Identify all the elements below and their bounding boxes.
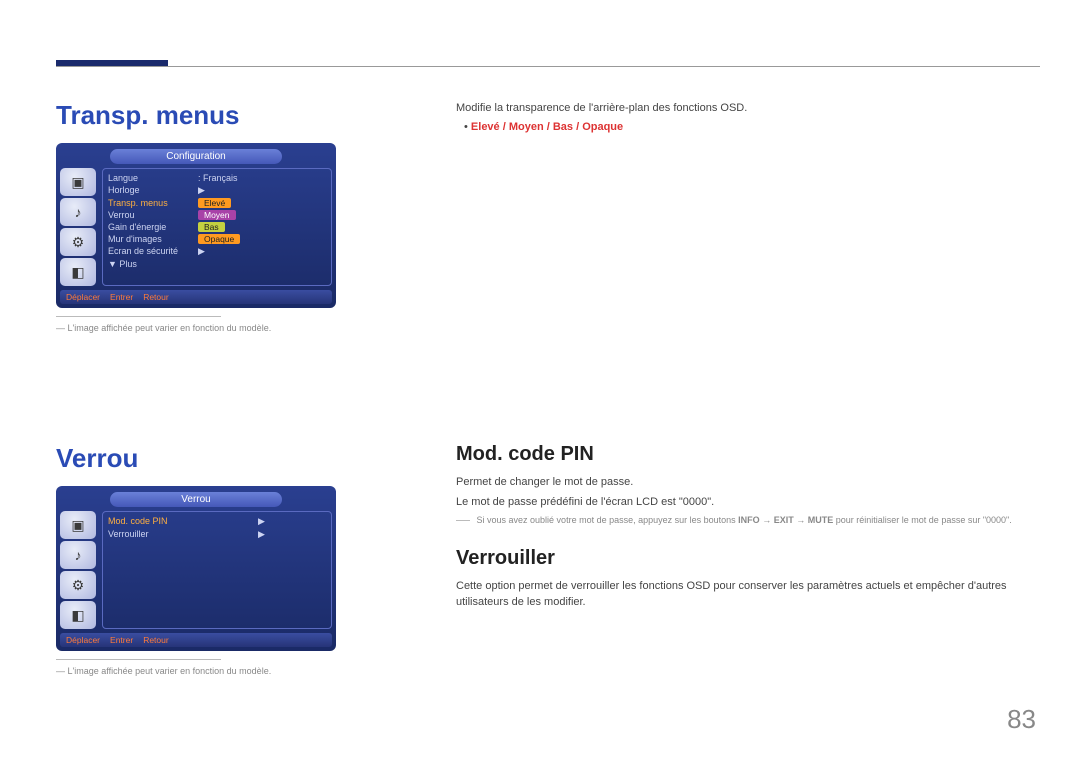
footnote-text: L'image affichée peut varier en fonction… bbox=[56, 323, 271, 333]
transp-options: Elevé / Moyen / Bas / Opaque bbox=[464, 121, 1036, 133]
osd-footer: Déplacer Entrer Retour bbox=[60, 633, 332, 647]
osd-menu-list: Langue: Français Horloge▶ Transp. menusE… bbox=[102, 168, 332, 286]
osd-row-label: ▼ Plus bbox=[108, 259, 198, 269]
picture-icon: ▣ bbox=[60, 511, 96, 539]
play-icon: ▶ bbox=[258, 516, 326, 527]
osd-title: Configuration bbox=[110, 149, 282, 164]
right-column: Modifie la transparence de l'arrière-pla… bbox=[456, 100, 1036, 615]
osd-option-moyen: Moyen bbox=[198, 210, 236, 220]
osd-row-label: Mod. code PIN bbox=[108, 516, 258, 527]
arrow-icon: → bbox=[796, 515, 805, 525]
osd-row-value: ▶ bbox=[198, 185, 326, 196]
transp-options-text: Elevé / Moyen / Bas / Opaque bbox=[471, 121, 623, 133]
footnote-1: L'image affichée peut varier en fonction… bbox=[56, 316, 386, 333]
osd-foot-return: Retour bbox=[143, 635, 169, 645]
key-mute: MUTE bbox=[808, 515, 834, 525]
note-pre: Si vous avez oublié votre mot de passe, … bbox=[477, 515, 739, 525]
osd-menu-list: Mod. code PIN▶ Verrouiller▶ bbox=[102, 511, 332, 629]
page-number: 83 bbox=[1007, 704, 1036, 735]
osd-screenshot-configuration: Configuration ▣ ♪ ⚙ ◧ Langue: Français H… bbox=[56, 143, 336, 308]
key-exit: EXIT bbox=[774, 515, 794, 525]
section-title-verrou: Verrou bbox=[56, 443, 386, 474]
picture-icon: ▣ bbox=[60, 168, 96, 196]
key-info: INFO bbox=[738, 515, 760, 525]
note-post: pour réinitialiser le mot de passe sur "… bbox=[836, 515, 1012, 525]
sound-icon: ♪ bbox=[60, 541, 96, 569]
osd-title: Verrou bbox=[110, 492, 282, 507]
osd-foot-enter: Entrer bbox=[110, 635, 133, 645]
osd-option-opaque: Opaque bbox=[198, 234, 240, 244]
osd-row-value: : Français bbox=[198, 173, 326, 183]
verrouiller-p1: Cette option permet de verrouiller les f… bbox=[456, 578, 1036, 611]
osd-row-label: Langue bbox=[108, 173, 198, 183]
header-rule bbox=[56, 66, 1040, 67]
arrow-icon: → bbox=[762, 515, 771, 525]
osd-foot-move: Déplacer bbox=[66, 292, 100, 302]
modpin-note: Si vous avez oublié votre mot de passe, … bbox=[456, 515, 1036, 525]
subheading-mod-code-pin: Mod. code PIN bbox=[456, 443, 1036, 466]
setup-icon: ⚙ bbox=[60, 228, 96, 256]
osd-foot-enter: Entrer bbox=[110, 292, 133, 302]
footnote-text: L'image affichée peut varier en fonction… bbox=[56, 666, 271, 676]
modpin-p2: Le mot de passe prédéfini de l'écran LCD… bbox=[456, 494, 1036, 511]
osd-screenshot-verrou: Verrou ▣ ♪ ⚙ ◧ Mod. code PIN▶ Verrouille… bbox=[56, 486, 336, 651]
osd-sidebar-icons: ▣ ♪ ⚙ ◧ bbox=[60, 511, 98, 629]
osd-sidebar-icons: ▣ ♪ ⚙ ◧ bbox=[60, 168, 98, 286]
osd-row-label: Ecran de sécurité bbox=[108, 246, 198, 257]
sound-icon: ♪ bbox=[60, 198, 96, 226]
play-icon: ▶ bbox=[258, 529, 326, 540]
section-title-transp-menus: Transp. menus bbox=[56, 100, 386, 131]
osd-option-bas: Bas bbox=[198, 222, 225, 232]
osd-row-label: Verrouiller bbox=[108, 529, 258, 540]
osd-row-label: Mur d'images bbox=[108, 234, 198, 244]
osd-row-label: Verrou bbox=[108, 210, 198, 220]
setup-icon: ⚙ bbox=[60, 571, 96, 599]
osd-row-value: ▶ bbox=[198, 246, 326, 257]
subheading-verrouiller: Verrouiller bbox=[456, 547, 1036, 570]
osd-foot-move: Déplacer bbox=[66, 635, 100, 645]
multi-icon: ◧ bbox=[60, 258, 96, 286]
osd-row-label: Gain d'énergie bbox=[108, 222, 198, 232]
osd-row-label: Transp. menus bbox=[108, 198, 198, 208]
osd-option-eleve: Elevé bbox=[198, 198, 231, 208]
osd-row-label: Horloge bbox=[108, 185, 198, 196]
osd-foot-return: Retour bbox=[143, 292, 169, 302]
footnote-2: L'image affichée peut varier en fonction… bbox=[56, 659, 386, 676]
transp-desc: Modifie la transparence de l'arrière-pla… bbox=[456, 100, 1036, 117]
modpin-p1: Permet de changer le mot de passe. bbox=[456, 474, 1036, 491]
multi-icon: ◧ bbox=[60, 601, 96, 629]
left-column: Transp. menus Configuration ▣ ♪ ⚙ ◧ Lang… bbox=[56, 100, 386, 676]
osd-footer: Déplacer Entrer Retour bbox=[60, 290, 332, 304]
